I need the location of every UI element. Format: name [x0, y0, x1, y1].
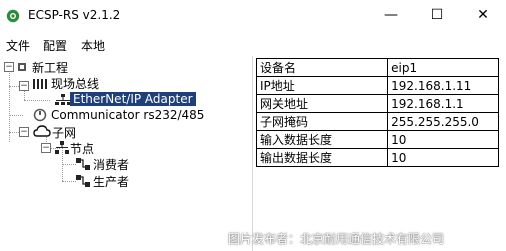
serial-port-icon: [33, 108, 47, 122]
property-value-device-name[interactable]: eip1: [387, 58, 499, 77]
property-name: 输入数据长度: [255, 130, 389, 149]
window-title: ECSP-RS v2.1.2: [28, 8, 121, 22]
tree-node-subnet[interactable]: 子网: [52, 124, 76, 141]
tree-node-producer[interactable]: 生产者: [93, 173, 129, 190]
property-name: 子网掩码: [255, 112, 389, 131]
project-icon: [18, 63, 26, 71]
property-value-subnet-mask[interactable]: 255.255.255.0: [387, 112, 499, 131]
table-row: 网关地址 192.168.1.1: [255, 94, 499, 113]
property-value-gateway[interactable]: 192.168.1.1: [387, 94, 499, 113]
table-row: 输入数据长度 10: [255, 130, 499, 149]
property-name: IP地址: [255, 76, 389, 95]
property-value-ip-address[interactable]: 192.168.1.11: [387, 76, 499, 95]
table-row: IP地址 192.168.1.11: [255, 76, 499, 95]
property-name: 输出数据长度: [255, 148, 389, 167]
collapse-icon[interactable]: −: [41, 143, 51, 153]
menu-bar: 文件 配置 本地: [0, 36, 506, 56]
menu-file[interactable]: 文件: [6, 37, 30, 54]
project-tree[interactable]: − 新工程 − 现场总线 EtherNet/IP Adapter Communi…: [0, 56, 253, 251]
menu-local[interactable]: 本地: [81, 37, 105, 54]
fieldbus-icon: [33, 79, 47, 89]
app-icon: [6, 9, 20, 23]
collapse-icon[interactable]: −: [19, 81, 29, 91]
title-bar: ECSP-RS v2.1.2 — ☐ ✕: [0, 0, 506, 31]
table-row: 设备名 eip1: [255, 58, 499, 77]
cloud-icon: [33, 125, 51, 137]
network-device-icon: [55, 94, 71, 105]
producer-icon: [76, 175, 90, 187]
minimize-button[interactable]: —: [368, 0, 414, 31]
collapse-icon[interactable]: −: [19, 127, 29, 137]
tree-node-ethernet-ip-adapter[interactable]: EtherNet/IP Adapter: [70, 92, 196, 106]
tree-node-consumer[interactable]: 消费者: [93, 156, 129, 173]
tree-node-project[interactable]: 新工程: [32, 59, 68, 76]
tree-node-fieldbus[interactable]: 现场总线: [51, 75, 99, 92]
table-row: 输出数据长度 10: [255, 148, 499, 167]
properties-table: 设备名 eip1 IP地址 192.168.1.11 网关地址 192.168.…: [255, 58, 499, 167]
collapse-icon[interactable]: −: [4, 62, 14, 72]
property-name: 设备名: [255, 58, 389, 77]
properties-panel: 设备名 eip1 IP地址 192.168.1.11 网关地址 192.168.…: [255, 58, 506, 167]
maximize-button[interactable]: ☐: [414, 0, 460, 31]
tree-node-nodes[interactable]: 节点: [70, 140, 94, 157]
watermark: 图片发布者：北京耐用通信技术有限公司: [228, 232, 445, 246]
property-value-output-length[interactable]: 10: [387, 148, 499, 167]
tree-node-communicator[interactable]: Communicator rs232/485: [51, 108, 204, 122]
hierarchy-icon: [55, 141, 69, 154]
menu-config[interactable]: 配置: [43, 37, 67, 54]
consumer-icon: [76, 158, 90, 170]
property-value-input-length[interactable]: 10: [387, 130, 499, 149]
table-row: 子网掩码 255.255.255.0: [255, 112, 499, 131]
close-button[interactable]: ✕: [460, 0, 506, 31]
property-name: 网关地址: [255, 94, 389, 113]
